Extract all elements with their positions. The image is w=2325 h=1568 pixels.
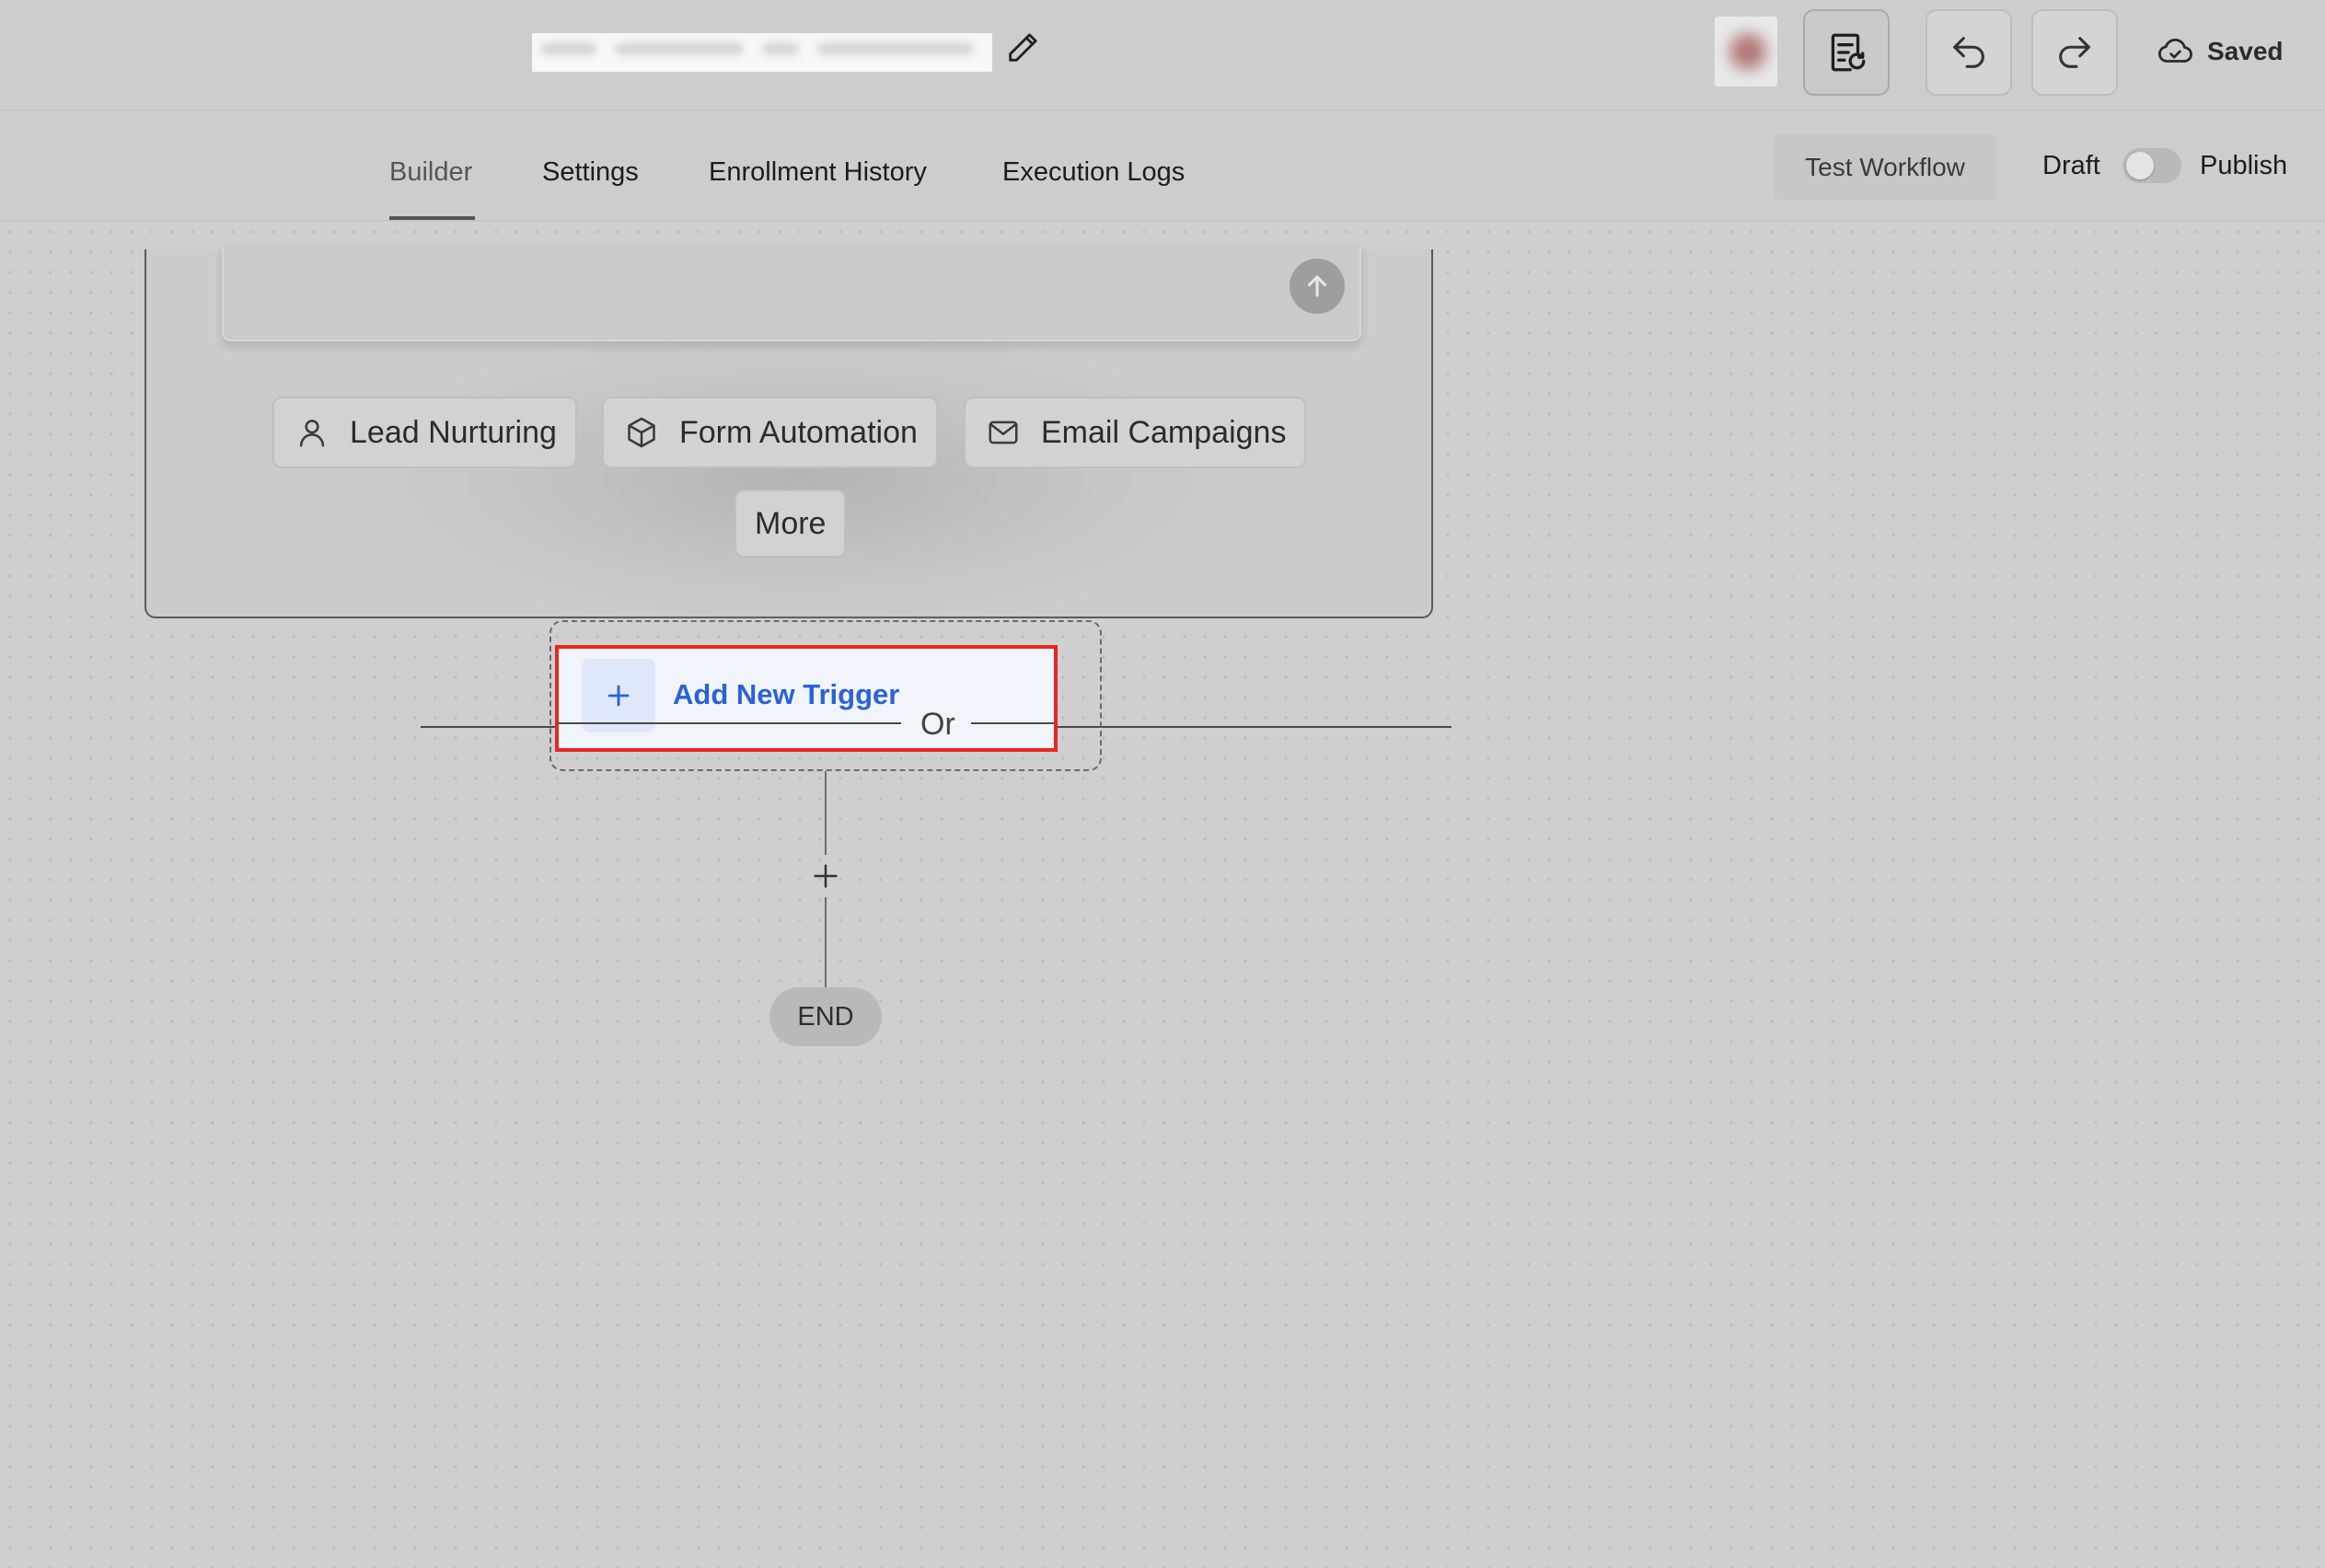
redo-icon: [2059, 37, 2090, 68]
workflow-builder-screen: Saved Builder Settings Enrollment Histor…: [0, 0, 2325, 1568]
add-new-trigger-label: Add New Trigger: [673, 678, 900, 710]
or-divider-left: [559, 722, 901, 724]
more-label: More: [755, 505, 827, 541]
or-divider-right: [971, 722, 1054, 724]
connector-line: [825, 897, 827, 987]
suggestion-email-campaigns[interactable]: Email Campaigns: [964, 397, 1307, 468]
suggestion-label: Email Campaigns: [1041, 414, 1287, 450]
card-glow: [340, 323, 1260, 636]
tab-settings[interactable]: Settings: [542, 157, 639, 188]
publish-label: Publish: [2200, 151, 2288, 180]
suggestion-form-automation[interactable]: Form Automation: [602, 397, 938, 468]
end-node: END: [769, 987, 882, 1046]
cloud-check-icon: [2157, 39, 2192, 63]
tab-enrollment-history[interactable]: Enrollment History: [709, 157, 927, 188]
publish-toggle[interactable]: [2123, 148, 2181, 183]
saved-label: Saved: [2207, 37, 2284, 65]
user-icon: [299, 420, 325, 447]
workflow-title-redacted[interactable]: [532, 33, 992, 72]
add-step-button[interactable]: [804, 855, 847, 897]
arrow-up-icon: [1307, 275, 1327, 297]
plus-icon: [814, 864, 838, 888]
suggestion-lead-nurturing[interactable]: Lead Nurturing: [272, 397, 577, 468]
test-workflow-button[interactable]: Test Workflow: [1774, 134, 1996, 201]
notes-button[interactable]: [1803, 9, 1890, 96]
or-label: Or: [920, 707, 955, 742]
undo-button[interactable]: [1926, 9, 2012, 96]
workflow-canvas[interactable]: Lead Nurturing Form Automation Email Cam…: [0, 222, 2325, 1568]
plus-icon: [582, 659, 655, 732]
connector-line: [825, 771, 827, 855]
active-tab-indicator: [389, 216, 475, 220]
cube-icon: [628, 417, 655, 448]
draft-label: Draft: [2042, 151, 2100, 180]
mail-icon: [989, 421, 1018, 444]
more-suggestions-button[interactable]: More: [735, 490, 847, 558]
tab-execution-logs[interactable]: Execution Logs: [1002, 157, 1185, 188]
undo-icon: [1953, 37, 1984, 68]
tab-bar: Builder Settings Enrollment History Exec…: [0, 111, 2325, 222]
top-bar: Saved: [0, 0, 2325, 111]
ai-builder-card: Lead Nurturing Form Automation Email Cam…: [145, 246, 1433, 636]
user-avatar[interactable]: [1715, 17, 1777, 86]
tab-builder[interactable]: Builder: [389, 157, 472, 188]
save-status: Saved: [2156, 31, 2284, 72]
suggestion-label: Lead Nurturing: [350, 414, 557, 450]
document-refresh-icon: [1831, 33, 1866, 72]
redo-button[interactable]: [2031, 9, 2118, 96]
pencil-icon[interactable]: [1004, 29, 1041, 66]
ai-prompt-input[interactable]: [222, 246, 1361, 341]
send-button[interactable]: [1290, 259, 1345, 314]
suggestion-label: Form Automation: [679, 414, 918, 450]
add-new-trigger-button[interactable]: Add New Trigger Or: [555, 645, 1058, 752]
